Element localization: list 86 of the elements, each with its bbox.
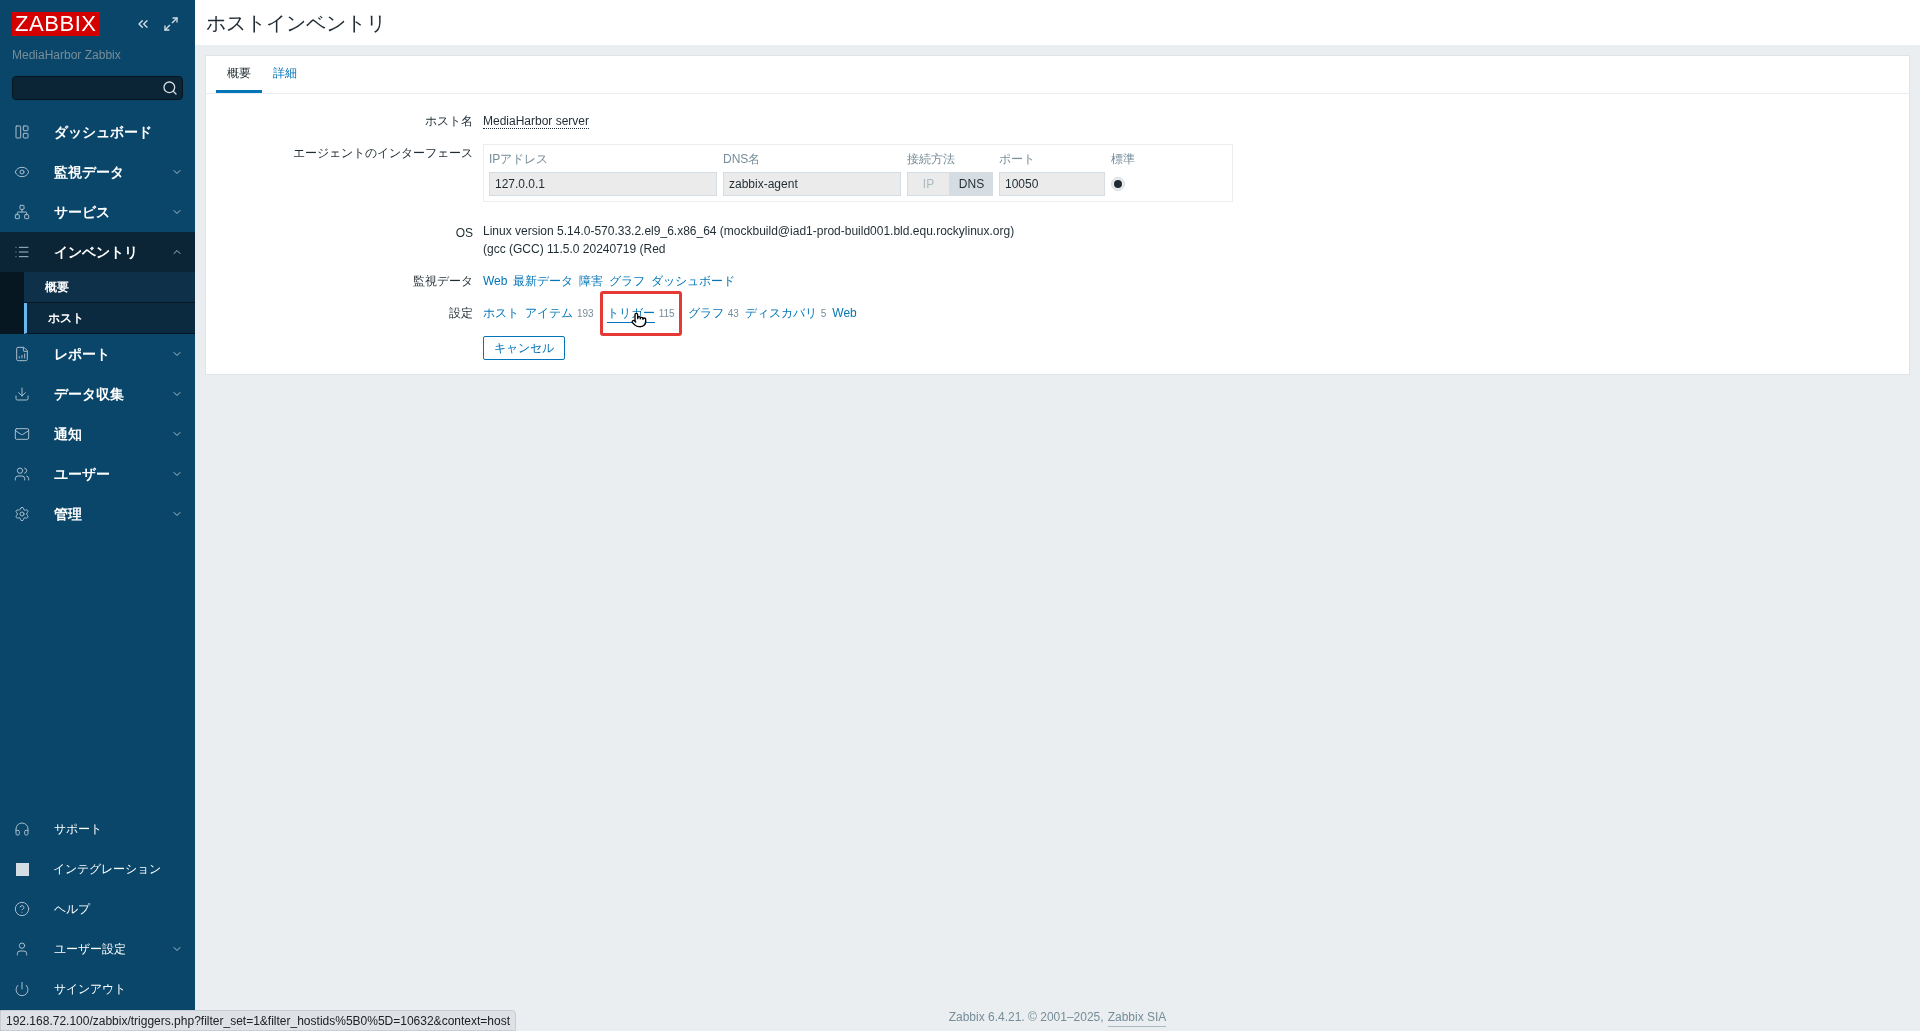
column-header: IPアドレス (489, 151, 550, 168)
menu-label: サポート (54, 821, 102, 838)
monitoring-link[interactable]: ダッシュボード (651, 272, 736, 290)
menu-item[interactable]: ユーザー設定 (0, 929, 195, 969)
dns-field: zabbix-agent (723, 172, 901, 196)
menu-icon (14, 346, 30, 362)
configuration-link[interactable]: Web (832, 304, 857, 322)
menu-label: ヘルプ (54, 901, 90, 918)
menu-item[interactable]: サインアウト (0, 969, 195, 1009)
expand-icon[interactable] (163, 16, 179, 32)
column-header: DNS名 (723, 151, 762, 168)
submenu-item[interactable]: 概要 (24, 272, 195, 303)
os-text: Linux version 5.14.0-570.33.2.el9_6.x86_64 (mockbuild@iad1-prod-build001.bld.equ.rockylinux.org) (483, 223, 1016, 240)
column-header: 接続方法 (907, 151, 956, 168)
menu-icon (14, 244, 30, 260)
menu-icon (14, 204, 30, 220)
menu-label: インベントリ (54, 242, 138, 262)
menu-item[interactable]: ユーザー (0, 454, 195, 494)
menu-item[interactable]: ヘルプ (0, 889, 195, 929)
host-name-link[interactable]: MediaHarbor server (483, 114, 590, 129)
port-field: 10050 (999, 172, 1105, 196)
menu-label: データ収集 (54, 384, 124, 404)
menu-icon (14, 506, 30, 522)
submenu-item[interactable]: ホスト (24, 303, 195, 334)
count-label: 43 (727, 306, 739, 321)
field-label: エージェントのインターフェース (292, 145, 473, 162)
column-header: ポート (999, 151, 1036, 168)
logo[interactable]: ZABBIX (12, 12, 100, 36)
status-bar: 192.168.72.100/zabbix/triggers.php?filter_set=1&filter_hostids%5B0%5D=10632&context=host (0, 1010, 516, 1031)
count-label: 5 (820, 306, 827, 321)
count-label: 193 (577, 306, 594, 321)
monitoring-link[interactable]: 最新データ (513, 272, 574, 290)
configuration-link[interactable]: ディスカバリ (744, 304, 817, 322)
menu-label: 管理 (54, 504, 82, 524)
menu-label: サインアウト (54, 981, 126, 998)
menu-label: インテグレーション (53, 861, 161, 878)
menu-item[interactable]: インベントリ (0, 232, 195, 272)
count-label: 115 (658, 306, 675, 321)
menu-label: 監視データ (54, 162, 124, 182)
menu-item[interactable]: 通知 (0, 414, 195, 454)
monitoring-link[interactable]: グラフ (609, 272, 646, 290)
connect-toggle[interactable]: DNS (950, 172, 993, 196)
ip-field: 127.0.0.1 (489, 172, 717, 196)
menu-icon (14, 981, 30, 997)
column-header: 標準 (1111, 151, 1136, 168)
search-field[interactable] (12, 76, 183, 100)
tab[interactable]: 詳細 (262, 56, 308, 93)
menu-icon (14, 941, 30, 957)
tab[interactable]: 概要 (216, 56, 262, 93)
menu-label: レポート (54, 344, 110, 364)
menu-item[interactable]: 管理 (0, 494, 195, 534)
monitoring-link[interactable]: Web (483, 272, 508, 290)
cancel-button[interactable]: キャンセル (483, 336, 565, 360)
monitoring-link[interactable]: 障害 (579, 272, 604, 290)
menu-icon (14, 466, 30, 482)
menu-icon (14, 386, 30, 402)
footer-text: Zabbix 6.4.21. © 2001–2025, (948, 1009, 1104, 1026)
configuration-link[interactable]: アイテム (525, 304, 573, 322)
menu-item[interactable]: 監視データ (0, 152, 195, 192)
menu-item[interactable]: サービス (0, 192, 195, 232)
page-title: ホストインベントリ (206, 10, 386, 36)
menu-item[interactable]: データ収集 (0, 374, 195, 414)
menu-item[interactable]: サポート (0, 809, 195, 849)
menu-label: 通知 (54, 424, 82, 444)
menu-icon (14, 821, 30, 837)
field-label: ホスト名 (424, 113, 473, 130)
menu-label: ユーザー (54, 464, 110, 484)
menu-item[interactable]: ダッシュボード (0, 112, 195, 152)
menu-item[interactable]: インテグレーション (0, 849, 195, 889)
os-text: (gcc (GCC) 11.5.0 20240719 (Red (483, 241, 667, 258)
configuration-link[interactable]: ホスト (483, 304, 519, 322)
menu-label: ダッシュボード (54, 122, 152, 142)
field-label: 設定 (448, 305, 473, 322)
default-radio[interactable] (1111, 177, 1125, 191)
menu-icon (14, 426, 30, 442)
menu-icon (14, 901, 30, 917)
menu-icon (14, 124, 30, 140)
field-label: OS (454, 225, 473, 242)
field-label: 監視データ (412, 273, 473, 290)
menu-label: サービス (54, 202, 110, 222)
configuration-link[interactable]: グラフ (687, 304, 724, 322)
menu-icon (14, 164, 30, 180)
search-icon[interactable] (162, 80, 178, 96)
menu-label: ユーザー設定 (54, 941, 126, 958)
menu-item[interactable]: レポート (0, 334, 195, 374)
server-name: MediaHarbor Zabbix (11, 47, 122, 64)
